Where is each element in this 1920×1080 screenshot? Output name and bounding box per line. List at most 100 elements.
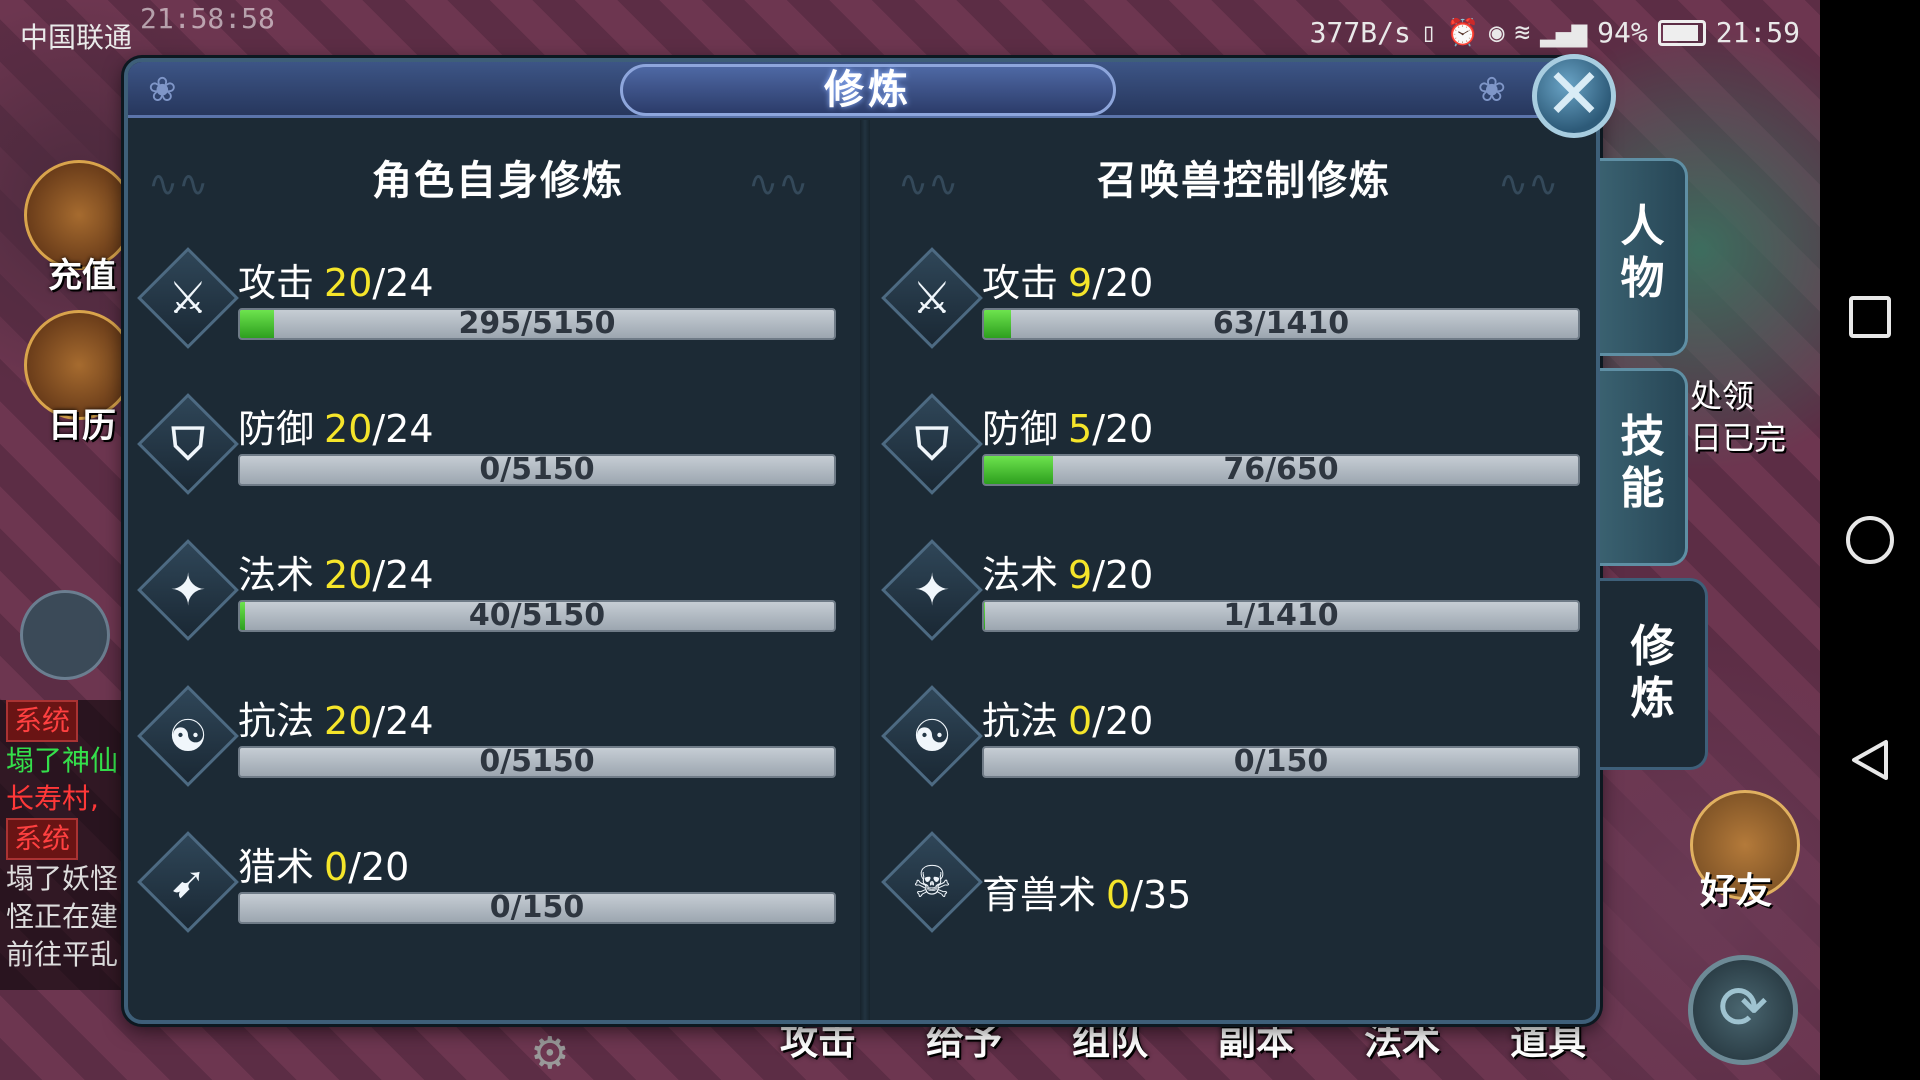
yin-yang-icon: ☯ [168, 710, 208, 762]
training-row[interactable]: ☯ 抗法 20/24 0/5150 [137, 685, 852, 800]
section-title-character: 角色自身修炼 [372, 158, 624, 204]
chat-button[interactable] [20, 590, 110, 680]
progress-bar: 1/1410 [982, 600, 1580, 632]
sword-icon: ⚔ [912, 272, 952, 324]
training-title: 攻击 9/20 [982, 252, 1153, 307]
recharge-label: 充值 [48, 256, 116, 296]
close-button[interactable]: ✕ [1532, 54, 1616, 138]
recent-apps-icon[interactable] [1849, 296, 1891, 338]
shield-icon: ⛉ [171, 418, 205, 470]
sword-icon: ⚔ [168, 272, 208, 324]
training-max-level: /20 [1092, 407, 1154, 451]
training-max-level: /20 [348, 845, 410, 889]
progress-bar: 0/5150 [238, 746, 836, 778]
training-level: 5 [1068, 407, 1093, 451]
training-level: 0 [1068, 699, 1093, 743]
training-max-level: /20 [1092, 699, 1154, 743]
tab-skills[interactable]: 技 能 [1600, 368, 1688, 566]
training-row[interactable]: ⛉ 防御 5/20 76/650 [881, 393, 1596, 508]
training-name: 猎术 [238, 845, 315, 889]
training-level: 0 [324, 845, 349, 889]
training-row[interactable]: ✦ 法术 20/24 40/5150 [137, 539, 852, 654]
alarm-icon: ⏰ [1446, 17, 1479, 48]
tab-label: 人 物 [1620, 201, 1665, 304]
bow-icon: ➹ [169, 856, 207, 908]
title-ornament-icon: ❀ [148, 70, 177, 110]
training-name: 抗法 [982, 699, 1059, 743]
training-max-level: /24 [372, 261, 434, 305]
training-level: 20 [324, 553, 373, 597]
training-name: 攻击 [238, 261, 315, 305]
progress-text: 295/5150 [458, 308, 616, 340]
training-row[interactable]: ⛉ 防御 20/24 0/5150 [137, 393, 852, 508]
training-max-level: /24 [372, 553, 434, 597]
pet-skull-icon: ☠ [912, 856, 952, 908]
tab-character[interactable]: 人 物 [1600, 158, 1688, 356]
status-time: 21:59 [1715, 16, 1800, 49]
training-max-level: /20 [1092, 261, 1154, 305]
signal-icon: ▂▄▆ [1540, 17, 1588, 48]
training-name: 防御 [238, 407, 315, 451]
refresh-icon[interactable]: ⟳ [1688, 955, 1798, 1065]
training-name: 育兽术 [982, 873, 1097, 917]
chat-line: 塌了神仙 [6, 744, 119, 777]
progress-text: 0/150 [1233, 746, 1329, 778]
progress-bar: 0/150 [982, 746, 1580, 778]
training-title: 抗法 20/24 [238, 690, 434, 745]
training-title: 防御 20/24 [238, 398, 434, 453]
chat-panel: 系统 塌了神仙 长寿村, 系统 塌了妖怪 怪正在建 前往平乱 [0, 700, 125, 990]
chat-line: 怪正在建 [6, 900, 119, 933]
training-row[interactable]: ⚔ 攻击 9/20 63/1410 [881, 247, 1596, 362]
eye-icon: ◉ [1488, 17, 1505, 48]
progress-bar: 295/5150 [238, 308, 836, 340]
training-title: 育兽术 0/35 [982, 864, 1191, 919]
training-title: 法术 9/20 [982, 544, 1153, 599]
magic-staff-icon: ✦ [913, 564, 951, 616]
training-row[interactable]: ☯ 抗法 0/20 0/150 [881, 685, 1596, 800]
progress-text: 0/5150 [479, 746, 595, 778]
progress-text: 40/5150 [468, 600, 606, 632]
chat-tag: 系统 [6, 700, 79, 742]
close-icon: ✕ [1544, 53, 1604, 135]
progress-text: 0/150 [489, 892, 585, 924]
vibrate-icon: ▯ [1420, 17, 1437, 48]
swirl-ornament-icon: ∿∿ [148, 164, 209, 205]
swirl-ornament-icon: ∿∿ [898, 164, 959, 205]
tab-training[interactable]: 修 炼 [1600, 578, 1708, 770]
settings-gear-icon[interactable]: ⚙ [530, 1028, 569, 1079]
quest-tracker[interactable]: 处领 日已完 [1690, 375, 1786, 459]
training-name: 攻击 [982, 261, 1059, 305]
training-dialog: ❀ ❀ 修炼 ✕ ∿∿ ∿∿ ∿∿ ∿∿ 角色自身修炼 召唤兽控制修炼 ⚔ 攻击 2… [124, 54, 1616, 1024]
quest-line: 日已完 [1690, 419, 1787, 457]
training-max-level: /20 [1092, 553, 1154, 597]
training-max-level: /24 [372, 699, 434, 743]
training-level: 9 [1068, 553, 1093, 597]
progress-text: 0/5150 [479, 454, 595, 486]
training-name: 防御 [982, 407, 1059, 451]
training-title: 猎术 0/20 [238, 836, 409, 891]
training-max-level: /24 [372, 407, 434, 451]
back-icon[interactable] [1846, 736, 1894, 784]
calendar-label: 日历 [48, 406, 116, 446]
chat-line: 塌了妖怪 [6, 862, 119, 895]
training-row[interactable]: ⚔ 攻击 20/24 295/5150 [137, 247, 852, 362]
section-title-pet: 召唤兽控制修炼 [1097, 158, 1391, 204]
android-nav-bar [1820, 0, 1920, 1080]
tab-label: 修 炼 [1630, 621, 1675, 724]
home-icon[interactable] [1846, 516, 1894, 564]
training-row[interactable]: ✦ 法术 9/20 1/1410 [881, 539, 1596, 654]
training-level: 9 [1068, 261, 1093, 305]
training-max-level: /35 [1130, 873, 1192, 917]
training-row[interactable]: ☠ 育兽术 0/35 [881, 831, 1596, 946]
yin-yang-icon: ☯ [912, 710, 952, 762]
training-row[interactable]: ➹ 猎术 0/20 0/150 [137, 831, 852, 946]
progress-text: 1/1410 [1223, 600, 1339, 632]
training-title: 抗法 0/20 [982, 690, 1153, 745]
progress-text: 63/1410 [1212, 308, 1350, 340]
training-level: 0 [1106, 873, 1131, 917]
training-title: 防御 5/20 [982, 398, 1153, 453]
battery-percent: 94% [1597, 16, 1648, 49]
training-level: 20 [324, 407, 373, 451]
tab-label: 技 能 [1620, 411, 1665, 514]
progress-bar: 0/5150 [238, 454, 836, 486]
